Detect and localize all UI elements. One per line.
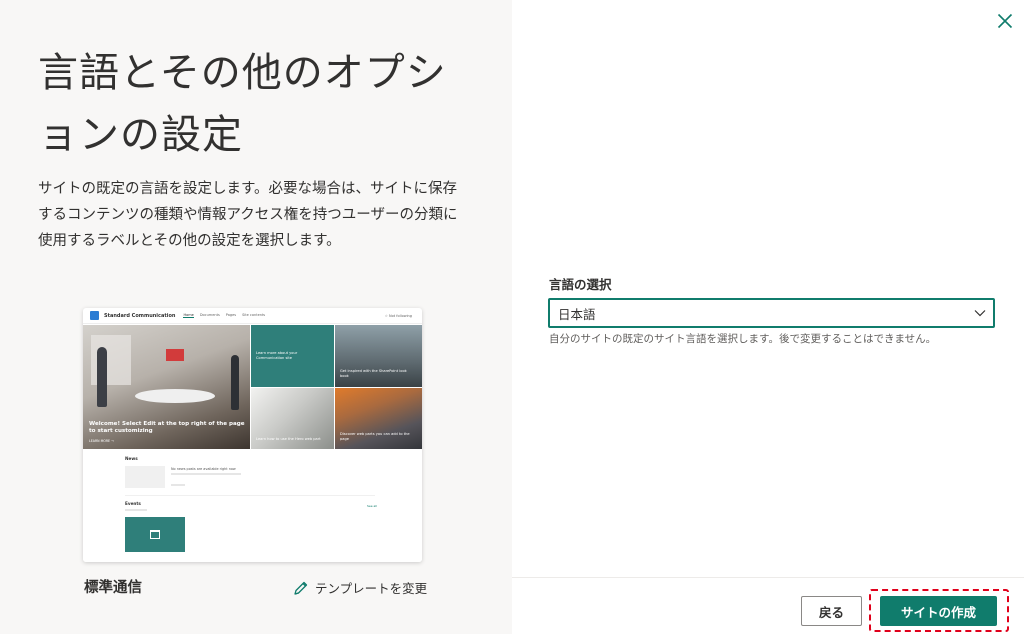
change-template-label: テンプレートを変更 <box>315 581 428 596</box>
preview-placeholder-line <box>125 509 147 511</box>
close-icon <box>997 13 1013 29</box>
language-help-text: 自分のサイトの既定のサイト言語を選択します。後で変更することはできません。 <box>549 333 937 345</box>
preview-hero-more: LEARN MORE → <box>89 439 114 443</box>
preview-hero-text: Welcome! Select Edit at the top right of… <box>89 421 245 434</box>
page-description: サイトの既定の言語を設定します。必要な場合は、サイトに保存するコンテンツの種類や… <box>38 181 458 249</box>
preview-events-title: Events <box>125 501 141 506</box>
language-dropdown[interactable]: 日本語 <box>548 298 995 328</box>
preview-placeholder-line <box>171 473 241 475</box>
preview-events-see-all: See all <box>367 504 378 508</box>
preview-tile: Learn more about your Communication site <box>251 325 334 387</box>
preview-body: News No news posts are available right n… <box>83 450 422 562</box>
back-button[interactable]: 戻る <box>801 596 862 626</box>
preview-follow: ☆ Not following <box>384 313 412 318</box>
preview-tile-text: Discover web parts you can add to the pa… <box>340 432 410 441</box>
close-button[interactable] <box>994 10 1016 32</box>
language-label: 言語の選択 <box>549 277 612 292</box>
preview-tile-text: Learn how to use the Hero web part <box>256 437 321 441</box>
chevron-down-icon <box>974 310 986 317</box>
preview-nav-item: Documents <box>199 313 220 317</box>
preview-news-title: News <box>125 456 138 461</box>
preview-tile-text: Learn more about your Communication site <box>256 351 298 360</box>
preview-nav: Home Documents Pages Site contents <box>183 313 265 318</box>
preview-nav-item: Site contents <box>242 313 266 317</box>
preview-tile: Discover web parts you can add to the pa… <box>335 388 422 449</box>
pencil-icon <box>294 581 308 595</box>
language-selected-value: 日本語 <box>558 306 596 322</box>
preview-header: Standard Communication Home Documents Pa… <box>83 308 422 324</box>
template-preview: Standard Communication Home Documents Pa… <box>83 308 422 562</box>
hero-person <box>97 347 107 407</box>
footer-divider <box>512 577 1024 578</box>
preview-event-card <box>125 517 185 552</box>
preview-site-logo <box>90 311 99 320</box>
hero-table <box>135 389 215 403</box>
create-site-button[interactable]: サイトの作成 <box>880 596 997 626</box>
preview-tile: Learn how to use the Hero web part <box>251 388 334 449</box>
left-panel: 言語とその他のオプションの設定 サイトの既定の言語を設定します。必要な場合は、サ… <box>0 0 512 634</box>
hero-wall-art <box>166 349 184 361</box>
preview-tile: Get inspired with the SharePoint look bo… <box>335 325 422 387</box>
preview-placeholder-line <box>171 484 185 486</box>
preview-nav-item: Pages <box>225 313 237 317</box>
preview-news-text: No news posts are available right now <box>171 467 236 471</box>
preview-nav-item: Home <box>183 313 194 318</box>
hero-person <box>231 355 239 410</box>
preview-tile-text: Get inspired with the SharePoint look bo… <box>340 369 407 378</box>
preview-hero-image: Welcome! Select Edit at the top right of… <box>83 325 250 449</box>
preview-site-name: Standard Communication <box>104 312 176 319</box>
preview-news-thumbnail <box>125 466 165 488</box>
calendar-icon <box>150 530 160 539</box>
page-title: 言語とその他のオプションの設定 <box>38 50 447 158</box>
preview-divider <box>125 495 375 496</box>
change-template-button[interactable]: テンプレートを変更 <box>293 578 427 597</box>
template-name: 標準通信 <box>84 580 142 596</box>
